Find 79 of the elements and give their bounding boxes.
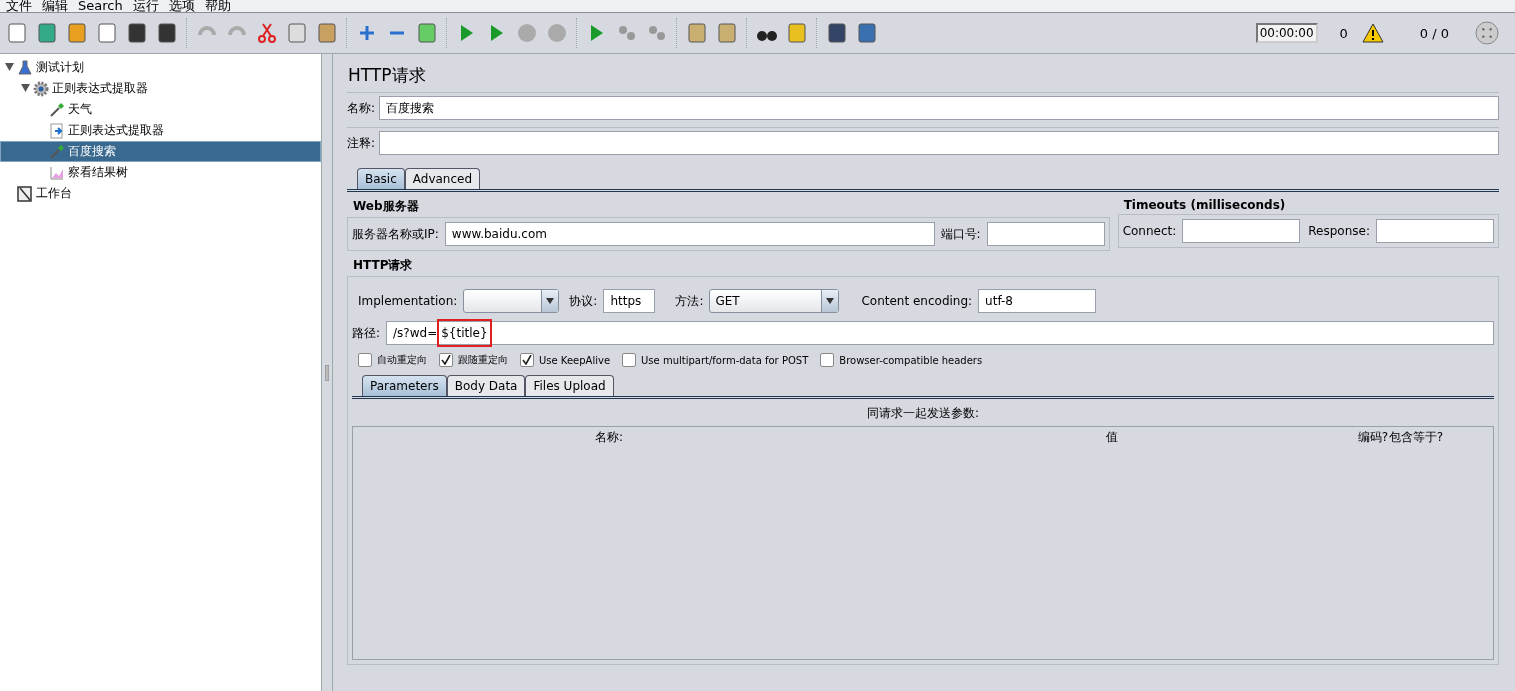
expand-icon[interactable] — [1475, 21, 1499, 45]
implementation-dropdown[interactable] — [463, 289, 560, 313]
field-label: 注释: — [347, 134, 376, 152]
protocol-field[interactable]: https — [603, 289, 656, 313]
menu-item[interactable]: 帮助 — [204, 0, 231, 12]
menu-item[interactable]: Search — [78, 0, 123, 12]
checkbox[interactable] — [820, 353, 835, 367]
notepad-icon — [17, 185, 33, 202]
checkbox[interactable] — [358, 353, 372, 367]
tree-item[interactable]: 察看结果树 — [0, 162, 321, 183]
menu-item[interactable]: 运行 — [132, 0, 159, 12]
warning-icon[interactable] — [1361, 23, 1384, 43]
section-heading: Web服务器 — [352, 198, 420, 215]
encoding-field[interactable]: utf-8 — [978, 289, 1097, 313]
tree-item[interactable]: 工作台 — [0, 183, 321, 204]
splitter-handle-icon[interactable] — [325, 364, 329, 381]
expanded-arrow-icon[interactable] — [21, 84, 30, 92]
pipette-icon — [49, 101, 65, 118]
menu-item[interactable]: 编辑 — [42, 0, 68, 12]
dropdown-arrow-icon — [546, 298, 555, 304]
field-label: 端口号: — [940, 225, 981, 243]
tab[interactable]: Basic — [357, 168, 405, 189]
chart-icon — [49, 164, 65, 181]
server-field[interactable]: www.baidu.com — [444, 222, 935, 246]
tree-item[interactable]: 百度搜索 — [0, 141, 321, 162]
checkmark-icon — [522, 355, 532, 365]
thread-count: 0 / 0 — [1419, 25, 1449, 41]
tree-item[interactable]: 测试计划 — [0, 57, 321, 78]
checkbox-label: Use KeepAlive — [539, 354, 611, 366]
connect-field[interactable] — [1182, 219, 1301, 243]
path-field[interactable]: /s?wd= ${title} — [386, 321, 1494, 345]
column-header: 编码? — [1356, 429, 1388, 446]
port-field[interactable] — [986, 222, 1105, 246]
expanded-arrow-icon[interactable] — [5, 63, 14, 71]
highlight-frame: ${title} — [437, 319, 492, 347]
flask-icon — [17, 59, 33, 76]
checkbox-label: 自动重定向 — [377, 353, 427, 367]
checkbox-label: Browser-compatible headers — [839, 354, 983, 366]
response-field[interactable] — [1376, 219, 1494, 243]
checkbox[interactable] — [520, 353, 534, 367]
field-label: Connect: — [1122, 224, 1177, 238]
field-label: 方法: — [675, 292, 704, 310]
field-label: Response: — [1308, 224, 1370, 238]
tab[interactable]: Files Upload — [525, 375, 614, 396]
checkbox[interactable] — [622, 353, 637, 367]
field-label: 名称: — [347, 99, 376, 117]
table-caption: 同请求一起发送参数: — [866, 406, 979, 420]
field-label: Content encoding: — [861, 294, 973, 308]
dropdown-arrow-icon — [826, 298, 835, 304]
field-label: Implementation: — [358, 294, 458, 308]
column-header: 名称: — [593, 429, 623, 446]
method-dropdown[interactable]: GET — [709, 289, 840, 313]
tab[interactable]: Body Data — [446, 375, 526, 396]
panel-title: HTTP请求 — [347, 64, 427, 87]
field-label: 协议: — [569, 292, 598, 310]
column-header: 包含等于? — [1388, 429, 1443, 446]
menu-item[interactable]: 选项 — [168, 0, 195, 12]
comment-field[interactable] — [379, 131, 1499, 155]
error-count: 0 — [1339, 25, 1348, 41]
section-heading: Timeouts (milliseconds) — [1122, 197, 1287, 214]
pipette-icon — [49, 143, 65, 160]
tree-item[interactable]: 正则表达式提取器 — [0, 120, 321, 141]
checkbox-label: 跟随重定向 — [458, 353, 508, 367]
tree-item[interactable]: 天气 — [0, 99, 321, 120]
tab[interactable]: Advanced — [404, 168, 481, 189]
elapsed-time: 00:00:00 — [1255, 23, 1318, 43]
section-heading: HTTP请求 — [352, 257, 414, 274]
column-header: 值 — [1105, 429, 1118, 446]
tab[interactable]: Parameters — [362, 375, 447, 396]
tree-item[interactable]: 正则表达式提取器 — [0, 78, 321, 99]
gear-icon — [33, 80, 49, 97]
field-label: 路径: — [352, 324, 381, 342]
checkbox-label: Use multipart/form-data for POST — [641, 354, 809, 366]
page-icon[interactable] — [5, 21, 29, 45]
name-field[interactable]: 百度搜索 — [379, 96, 1499, 120]
field-label: 服务器名称或IP: — [352, 225, 439, 243]
checkbox[interactable] — [439, 353, 453, 367]
checkmark-icon — [441, 355, 451, 365]
scissors-icon[interactable] — [255, 21, 279, 45]
